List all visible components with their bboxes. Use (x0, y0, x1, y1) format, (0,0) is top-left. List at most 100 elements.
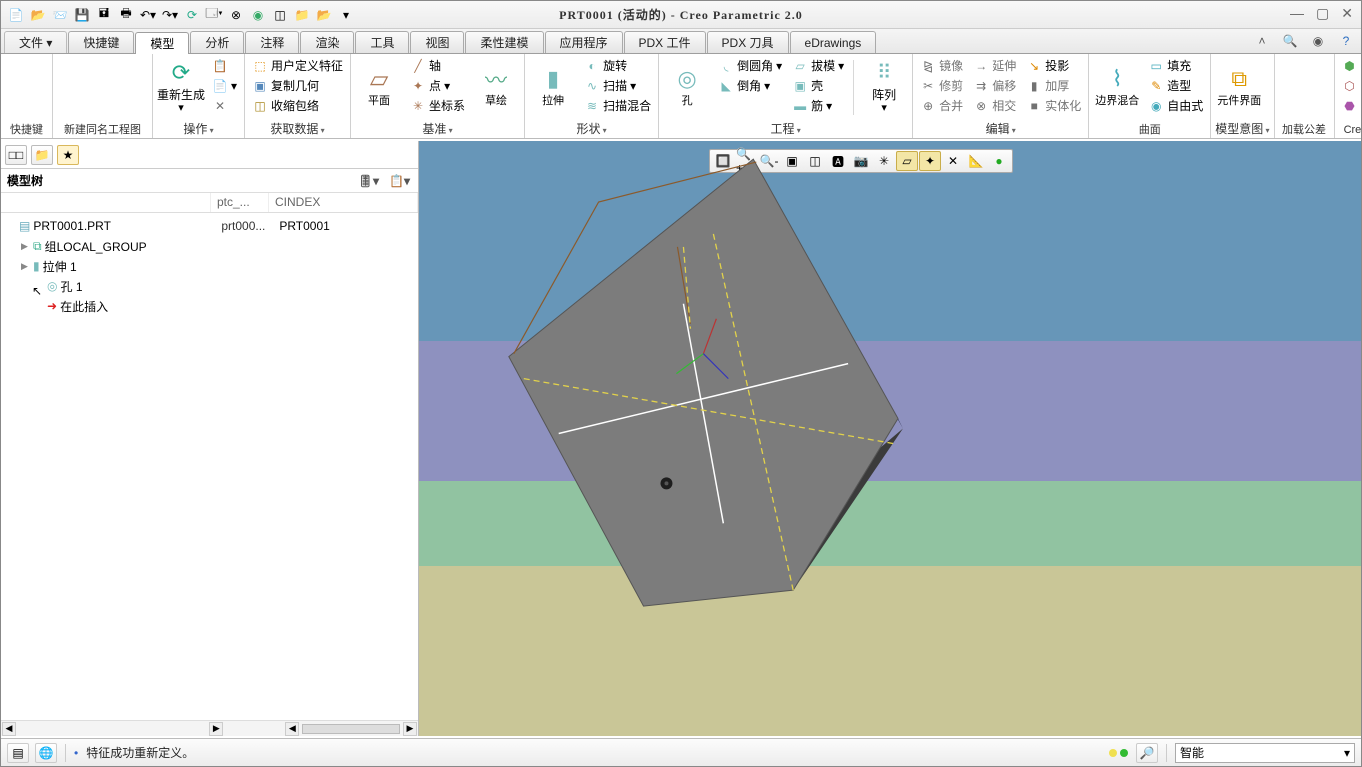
tree-row[interactable]: ▶⧉组LOCAL_GROUP (3, 236, 416, 256)
repaint-icon[interactable]: ▣ (781, 151, 803, 171)
regen-button[interactable]: ⟳ 重新生成▾ (157, 56, 205, 116)
extrude-button[interactable]: ▮拉伸 (529, 56, 577, 116)
col-cindex[interactable]: CINDEX (269, 193, 418, 212)
view-icon[interactable]: ◉ (249, 6, 267, 24)
minimize-icon[interactable]: — (1290, 5, 1304, 22)
saved-view-icon[interactable]: 🅰 (827, 151, 849, 171)
tab-render[interactable]: 渲染 (300, 31, 354, 53)
open-icon[interactable]: 📂 (29, 6, 47, 24)
style-button[interactable]: ✎造型 (1145, 76, 1206, 95)
shrinkwrap-button[interactable]: ◫收缩包络 (249, 96, 346, 115)
qat-more-icon[interactable]: ▾ (337, 6, 355, 24)
udf-button[interactable]: ⬚用户定义特征 (249, 56, 346, 75)
plugin-c[interactable]: ⬣ (1339, 96, 1361, 115)
shell-button[interactable]: ▣壳 (789, 76, 847, 95)
zoom-fit-icon[interactable]: 🔲 (712, 151, 734, 171)
sketch-button[interactable]: 〰草绘 (472, 56, 520, 116)
tab-shortcut[interactable]: 快捷键 (68, 31, 134, 53)
boundary-button[interactable]: ⌇边界混合 (1093, 56, 1141, 116)
new-icon[interactable]: 📄 (7, 6, 25, 24)
revolve-button[interactable]: ◐旋转 (581, 56, 654, 75)
nav-tree-icon[interactable]: ▤ (7, 743, 29, 763)
tab-annotate[interactable]: 注释 (245, 31, 299, 53)
tree-row[interactable]: ▤PRT0001.PRTprt000...PRT0001 (3, 216, 416, 236)
tab-pdx1[interactable]: PDX 工件 (624, 31, 706, 53)
print-icon[interactable]: 🖶 (117, 6, 135, 24)
tree-settings-icon[interactable]: 🎚▾ (356, 173, 381, 189)
collapse-ribbon-icon[interactable]: ˄ (1253, 32, 1271, 50)
tab-tools[interactable]: 工具 (355, 31, 409, 53)
scroll-right-icon[interactable]: ▶ (209, 722, 223, 736)
axis-disp-icon[interactable]: ✳ (873, 151, 895, 171)
plane-disp-icon[interactable]: ▱ (896, 151, 918, 171)
csys-button[interactable]: ✳坐标系 (407, 96, 468, 115)
tree-tab-1[interactable]: □□ (5, 145, 27, 165)
folder-icon[interactable]: 📁 (293, 6, 311, 24)
disp-style-icon[interactable]: ◫ (804, 151, 826, 171)
col-name[interactable] (1, 193, 211, 212)
blend-button[interactable]: ≋扫描混合 (581, 96, 654, 115)
capture-icon[interactable]: 📷 (850, 151, 872, 171)
tab-model[interactable]: 模型 (135, 32, 189, 54)
close-icon[interactable]: ✕ (1341, 5, 1353, 22)
project-button[interactable]: ↘投影 (1023, 56, 1084, 75)
tree-body[interactable]: ▤PRT0001.PRTprt000...PRT0001 ▶⧉组LOCAL_GR… (1, 213, 418, 720)
col-ptc[interactable]: ptc_... (211, 193, 269, 212)
tree-row[interactable]: ◎孔 1↖ (3, 276, 416, 296)
find-icon[interactable]: 🔎 (1136, 743, 1158, 763)
fill-button[interactable]: ▭填充 (1145, 56, 1206, 75)
spin-center-icon[interactable]: ● (988, 151, 1010, 171)
axis-button[interactable]: ╱轴 (407, 56, 468, 75)
sweep-button[interactable]: ∿扫描▾ (581, 76, 654, 95)
mail-icon[interactable]: 📨 (51, 6, 69, 24)
redo-icon[interactable]: ↷▾ (161, 6, 179, 24)
browser-icon[interactable]: 🌐 (35, 743, 57, 763)
tree-tab-2[interactable]: 📁 (31, 145, 53, 165)
windows-icon[interactable]: 🗔▾ (205, 6, 223, 24)
tree-hscroll[interactable]: ◀ ▶ ◀ ▶ (1, 720, 418, 736)
undo-icon[interactable]: ↶▾ (139, 6, 157, 24)
draft-button[interactable]: ▱拔模▾ (789, 56, 847, 75)
tree-row[interactable]: ➜在此插入 (3, 296, 416, 316)
plugin-a[interactable]: ⬢ (1339, 56, 1361, 75)
help-icon[interactable]: ? (1337, 32, 1355, 50)
tree-row[interactable]: ▶▮拉伸 1 (3, 256, 416, 276)
plane-button[interactable]: ▱平面 (355, 56, 403, 116)
options-icon[interactable]: ◉ (1309, 32, 1327, 50)
hole-button[interactable]: ◎孔 (663, 56, 711, 116)
point-button[interactable]: ✦点▾ (407, 76, 468, 95)
fit-icon[interactable]: ◫ (271, 6, 289, 24)
search-icon[interactable]: 🔍 (1281, 32, 1299, 50)
plugin-b[interactable]: ⬡ (1339, 76, 1361, 95)
tab-pdx2[interactable]: PDX 刀具 (707, 31, 789, 53)
tab-file[interactable]: 文件 ▾ (4, 31, 67, 53)
saveas-icon[interactable]: 🖬 (95, 6, 113, 24)
chamfer-button[interactable]: ◣倒角▾ (715, 76, 785, 95)
regen-icon[interactable]: ⟳ (183, 6, 201, 24)
csys-disp-icon[interactable]: ✕ (942, 151, 964, 171)
tab-analysis[interactable]: 分析 (190, 31, 244, 53)
paste-button[interactable]: 📄▾ (209, 76, 240, 95)
scroll-left-icon[interactable]: ◀ (2, 722, 16, 736)
save-icon[interactable]: 💾 (73, 6, 91, 24)
selection-filter[interactable]: 智能▾ (1175, 743, 1355, 763)
copy-button[interactable]: 📋 (209, 56, 240, 75)
tab-flex[interactable]: 柔性建模 (465, 31, 543, 53)
round-button[interactable]: ◟倒圆角▾ (715, 56, 785, 75)
freestyle-button[interactable]: ◉自由式 (1145, 96, 1206, 115)
tab-apps[interactable]: 应用程序 (545, 31, 623, 53)
copygeom-button[interactable]: ▣复制几何 (249, 76, 346, 95)
graphics-area[interactable]: 🔲 🔍+ 🔍- ▣ ◫ 🅰 📷 ✳ ▱ ✦ ✕ 📐 ● (419, 141, 1361, 736)
tree-tab-3[interactable]: ★ (57, 145, 79, 165)
scroll-right2-icon[interactable]: ▶ (403, 722, 417, 736)
rib-button[interactable]: ▬筋▾ (789, 96, 847, 115)
scroll-left2-icon[interactable]: ◀ (285, 722, 299, 736)
tab-view[interactable]: 视图 (410, 31, 464, 53)
folder2-icon[interactable]: 📂 (315, 6, 333, 24)
point-disp-icon[interactable]: ✦ (919, 151, 941, 171)
close-win-icon[interactable]: ⊗ (227, 6, 245, 24)
maximize-icon[interactable]: ▢ (1316, 5, 1329, 22)
annot-disp-icon[interactable]: 📐 (965, 151, 987, 171)
pattern-button[interactable]: ⠿阵列▾ (860, 56, 908, 116)
zoom-out-icon[interactable]: 🔍- (758, 151, 780, 171)
